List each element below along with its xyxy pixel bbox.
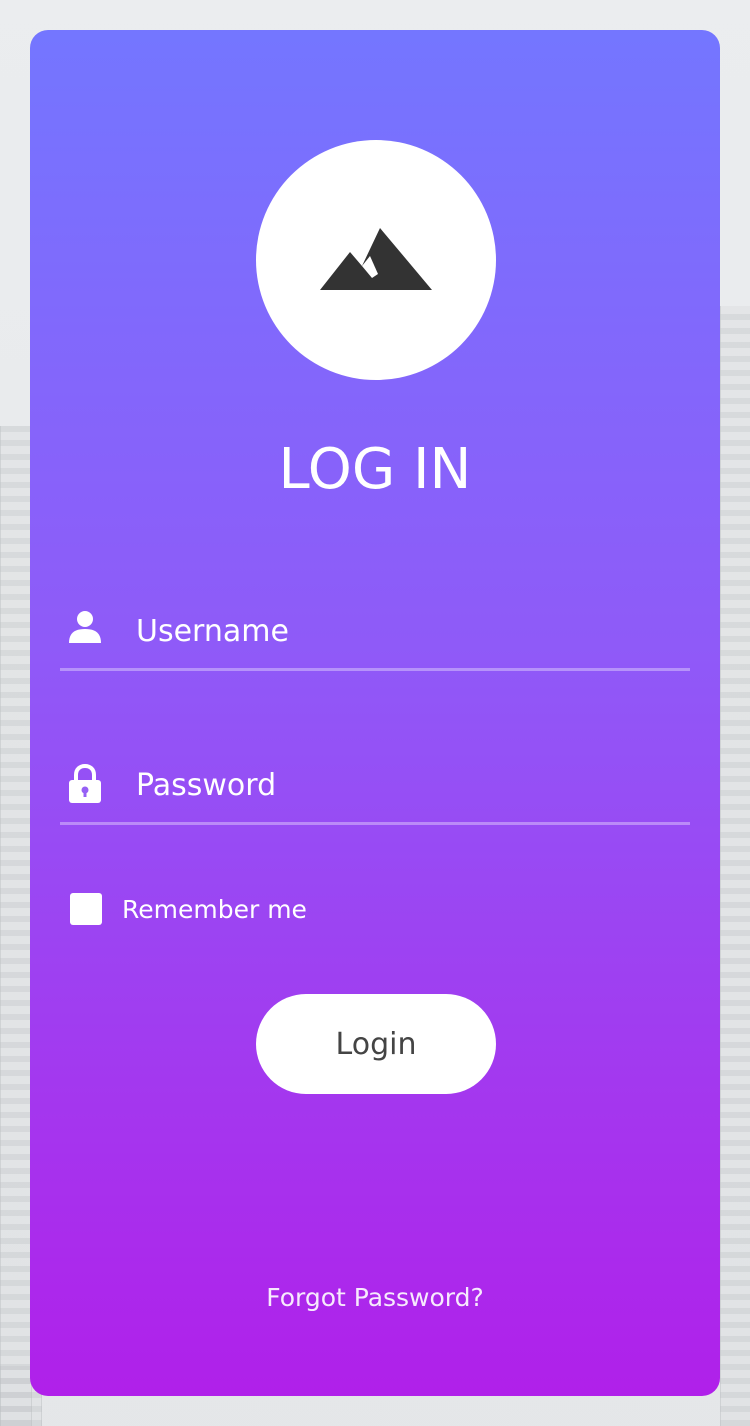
- forgot-password-link[interactable]: Forgot Password?: [30, 1280, 720, 1316]
- mountain-icon: [320, 228, 432, 290]
- login-button[interactable]: Login: [256, 994, 496, 1094]
- logo: [256, 140, 496, 380]
- remember-label: Remember me: [122, 894, 307, 924]
- lock-icon: [68, 763, 102, 804]
- username-input[interactable]: [136, 606, 676, 656]
- password-field: [60, 750, 690, 825]
- login-card: LOG IN Remember me Login Forgot Password…: [30, 30, 720, 1396]
- background-building: [0, 1366, 32, 1426]
- username-field: [60, 596, 690, 671]
- remember-checkbox[interactable]: [70, 893, 102, 925]
- password-input[interactable]: [136, 760, 676, 810]
- background-building: [720, 306, 750, 1426]
- remember-me[interactable]: Remember me: [70, 892, 307, 926]
- page-title: LOG IN: [278, 437, 472, 502]
- user-icon: [68, 610, 102, 650]
